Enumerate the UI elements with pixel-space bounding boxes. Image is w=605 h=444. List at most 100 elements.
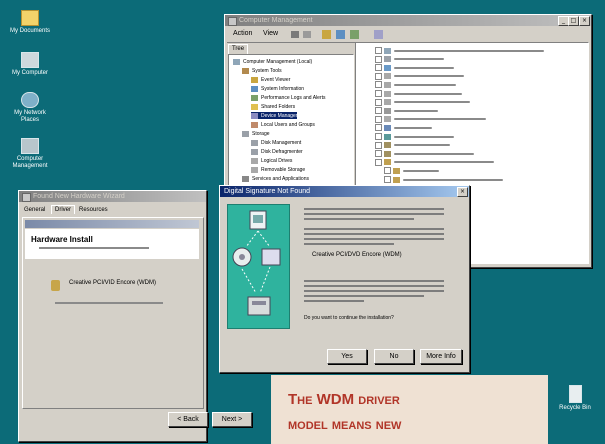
expand-icon[interactable] (375, 64, 382, 72)
info-icon (251, 85, 258, 92)
tree-item[interactable]: Local Users and Groups (251, 121, 315, 128)
expand-icon[interactable] (375, 150, 382, 158)
device-category-item[interactable] (375, 115, 486, 123)
device-category-item[interactable] (375, 150, 474, 158)
device-category-item[interactable] (375, 72, 464, 80)
expand-icon[interactable] (375, 115, 382, 123)
tab-driver[interactable]: Driver (51, 205, 75, 214)
expand-icon[interactable] (375, 55, 382, 63)
expand-icon[interactable] (375, 72, 382, 80)
maximize-button[interactable]: □ (568, 16, 579, 26)
tree-item[interactable]: Removable Storage (251, 166, 305, 173)
computer-icon (21, 138, 39, 154)
sound-icon (393, 167, 400, 174)
expand-icon[interactable] (384, 167, 391, 175)
tree-item[interactable]: Event Viewer (251, 76, 290, 83)
expand-icon[interactable] (375, 98, 382, 106)
tab-general[interactable]: General (24, 207, 45, 213)
tree-item[interactable]: Shared Folders (251, 103, 295, 110)
device-category-label (394, 161, 494, 164)
tree-item[interactable]: Storage (242, 130, 270, 137)
device-category-item[interactable] (375, 55, 444, 63)
text-line (304, 280, 444, 282)
port-icon (384, 150, 391, 157)
device-category-item[interactable] (375, 98, 470, 106)
drive-icon (384, 90, 391, 97)
device-category-item[interactable] (375, 81, 456, 89)
menu-action[interactable]: Action (233, 30, 252, 37)
hardware-wizard-window[interactable]: Found New Hardware Wizard General Driver… (18, 190, 207, 442)
caption-line-2: model means new (288, 416, 402, 433)
close-button[interactable]: × (457, 187, 468, 197)
tree-item[interactable]: System Tools (242, 67, 282, 74)
text-line (304, 238, 444, 240)
close-button[interactable]: × (579, 16, 590, 26)
device-category-item[interactable] (375, 133, 454, 140)
up-folder-icon[interactable] (322, 30, 331, 39)
device-category-item[interactable] (375, 107, 438, 115)
expand-icon[interactable] (375, 141, 382, 149)
network-icon (21, 92, 39, 108)
yes-button[interactable]: Yes (327, 349, 367, 364)
tree-item[interactable]: System Information (251, 85, 304, 92)
tree-item[interactable]: Performance Logs and Alerts (251, 94, 325, 101)
back-arrow-icon[interactable] (291, 31, 299, 38)
tree-item[interactable]: Logical Drives (251, 157, 292, 164)
disk-icon (242, 130, 249, 137)
device-category-item[interactable] (375, 158, 494, 166)
expand-icon[interactable] (375, 47, 382, 54)
device-category-item[interactable] (375, 90, 462, 97)
expand-icon[interactable] (375, 133, 382, 140)
expand-icon[interactable] (375, 158, 382, 166)
tree-item[interactable]: Computer Management (Local) (233, 58, 312, 65)
tree-item[interactable]: Services and Applications (242, 175, 309, 182)
port-icon (384, 142, 391, 149)
desktop-icon-my-documents[interactable]: My Documents (8, 10, 52, 35)
tree-tab[interactable]: Tree (228, 44, 248, 54)
tree-item[interactable]: Device Manager (251, 112, 298, 119)
signature-question: Do you want to continue the installation… (304, 315, 394, 321)
computer-icon (21, 52, 39, 68)
device-category-item[interactable] (384, 176, 503, 183)
window-title: Found New Hardware Wizard (33, 193, 125, 200)
signature-dialog[interactable]: Digital Signature Not Found × Creative P… (219, 185, 470, 373)
refresh-icon[interactable] (350, 30, 359, 39)
desktop-icon-network-places[interactable]: My Network Places (8, 92, 52, 124)
expand-icon[interactable] (375, 107, 382, 115)
tree-item[interactable]: Disk Defragmenter (251, 148, 303, 155)
device-category-label (394, 92, 462, 95)
tree-item-label: Logical Drives (261, 157, 293, 164)
expand-icon[interactable] (384, 176, 391, 183)
tree-toggle-icon[interactable] (336, 30, 345, 39)
tree-item[interactable]: Disk Management (251, 139, 301, 146)
desktop-icon-recycle-bin[interactable]: Recycle Bin (553, 385, 597, 412)
display-icon (384, 64, 391, 71)
more-info-button[interactable]: More Info (420, 349, 462, 364)
expand-icon[interactable] (375, 124, 382, 132)
wizard-back-button[interactable]: < Back (168, 412, 208, 427)
no-button[interactable]: No (374, 349, 414, 364)
expand-icon[interactable] (375, 81, 382, 89)
menu-view[interactable]: View (263, 30, 278, 37)
signature-illustration (227, 204, 290, 329)
drive-icon (384, 73, 391, 80)
title-bar[interactable]: Found New Hardware Wizard (19, 191, 206, 202)
properties-icon[interactable] (374, 30, 383, 39)
text-line (304, 228, 444, 230)
device-category-item[interactable] (375, 64, 454, 72)
title-bar[interactable]: Computer Management _ □ × (225, 15, 591, 26)
device-category-label (394, 66, 454, 69)
device-category-item[interactable] (375, 124, 432, 132)
device-category-item[interactable] (375, 141, 450, 149)
device-category-item[interactable] (375, 47, 544, 54)
device-category-label (394, 126, 432, 129)
desktop-icon-my-computer[interactable]: My Computer (8, 52, 52, 77)
desktop-icon-computer-management[interactable]: Computer Management (8, 138, 52, 170)
title-bar[interactable]: Digital Signature Not Found × (220, 186, 469, 197)
forward-arrow-icon[interactable] (303, 31, 311, 38)
device-category-item[interactable] (384, 167, 439, 175)
tab-resources[interactable]: Resources (79, 207, 108, 213)
expand-icon[interactable] (375, 90, 382, 97)
wizard-progress-text (55, 302, 163, 304)
wizard-next-button[interactable]: Next > (212, 412, 252, 427)
